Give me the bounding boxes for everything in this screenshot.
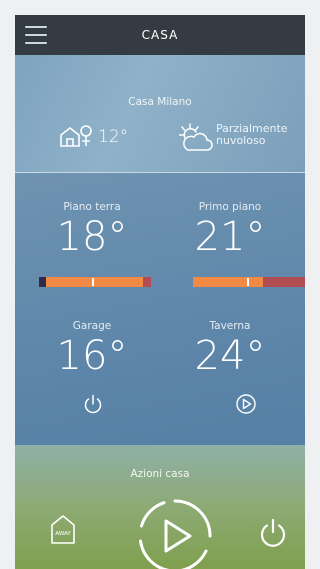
home-actions-panel: Azioni casa AWAY <box>15 445 305 569</box>
top-bar: CASA <box>15 15 305 55</box>
zones-panel: Piano terra 18° Primo piano 21° Garage 1… <box>15 173 305 445</box>
zone-temperature: 18° <box>56 214 128 260</box>
bar-marker <box>247 278 249 286</box>
zone-name: Garage <box>72 320 112 332</box>
zone-garage[interactable]: Garage 16° <box>22 320 162 378</box>
page-title: CASA <box>141 28 179 42</box>
weather-condition: Parzialmente nuvoloso <box>216 123 288 147</box>
zone-piano-terra[interactable]: Piano terra 18° <box>22 201 162 259</box>
weather-panel: Casa Milano 12° Parzialmente nuvoloso <box>15 55 305 173</box>
bar-marker <box>92 278 94 286</box>
location-name: Casa Milano <box>128 96 192 108</box>
power-icon[interactable] <box>259 518 287 548</box>
zone-name: Primo piano <box>198 201 262 213</box>
zone-name: Taverna <box>209 320 251 332</box>
away-home-icon[interactable]: AWAY <box>50 513 76 545</box>
app-screen: CASA Casa Milano 12° Parzialmente nuvolo… <box>15 15 305 569</box>
partly-cloudy-icon <box>179 123 213 151</box>
zone-taverna[interactable]: Taverna 24° <box>160 320 300 378</box>
power-icon[interactable] <box>82 393 104 415</box>
zone-temperature: 16° <box>56 333 128 379</box>
actions-label: Azioni casa <box>130 468 190 480</box>
zone-temperature: 24° <box>194 333 266 379</box>
outside-temperature: 12° <box>98 127 129 147</box>
play-button-large[interactable] <box>136 497 214 569</box>
play-icon[interactable] <box>235 393 257 415</box>
play-icon <box>164 519 192 553</box>
zone-name: Piano terra <box>63 201 121 213</box>
zone-primo-piano[interactable]: Primo piano 21° <box>160 201 300 259</box>
away-label: AWAY <box>55 531 71 537</box>
home-temperature-icon <box>60 125 92 147</box>
temperature-bar-piano-terra[interactable] <box>39 277 151 287</box>
condition-line-2: nuvoloso <box>216 134 266 147</box>
temperature-bar-primo-piano[interactable] <box>193 277 305 287</box>
zone-temperature: 21° <box>194 214 266 260</box>
